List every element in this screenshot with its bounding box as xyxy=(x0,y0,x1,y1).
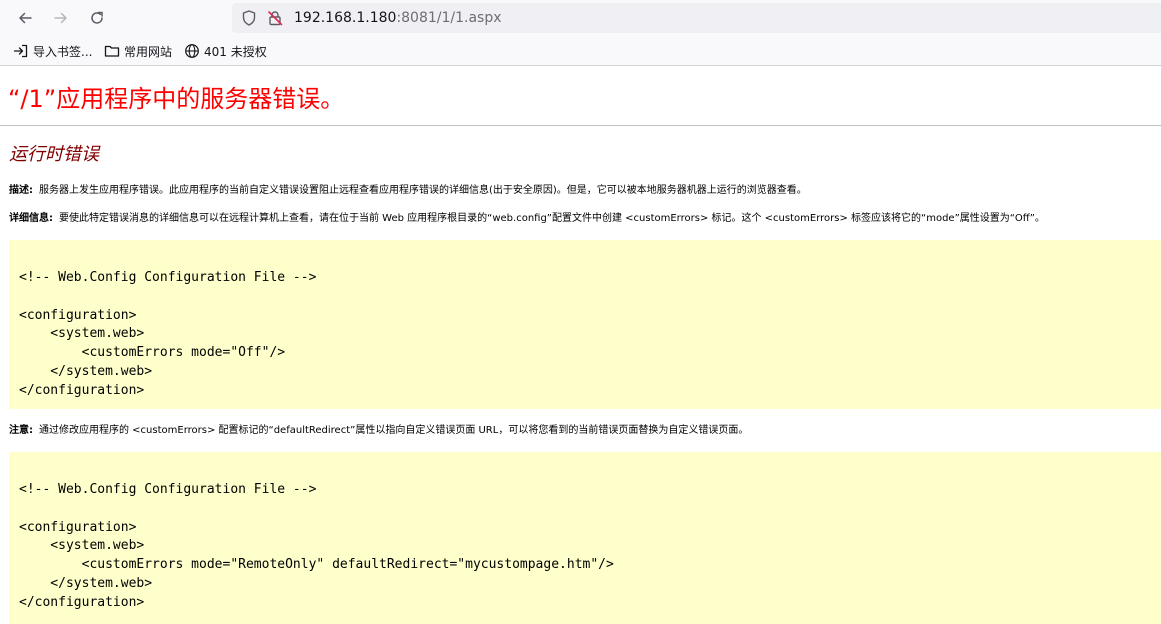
back-button[interactable] xyxy=(13,6,37,30)
title-divider xyxy=(0,125,1161,126)
section-title: 运行时错误 xyxy=(9,144,99,165)
bookmarks-bar: 导入书签... 常用网站 401 未授权 xyxy=(0,36,1161,66)
arrow-left-icon xyxy=(19,12,32,24)
note-label: 注意: xyxy=(9,425,33,436)
bookmark-import[interactable]: 导入书签... xyxy=(13,41,92,61)
note-text: 通过修改应用程序的 <customErrors> 配置标记的“defaultRe… xyxy=(39,425,749,436)
forward-button[interactable] xyxy=(49,6,73,30)
bookmark-import-label: 导入书签... xyxy=(33,44,93,59)
url-path: :8081/1/1.aspx xyxy=(396,10,502,26)
arrow-right-icon xyxy=(54,12,67,24)
shield-icon[interactable] xyxy=(240,9,258,27)
details-label: 详细信息: xyxy=(9,213,53,224)
config-code-block: <!-- Web.Config Configuration File --> <… xyxy=(9,240,1161,409)
url-text[interactable]: 192.168.1.180:8081/1/1.aspx xyxy=(294,9,502,27)
reload-button[interactable] xyxy=(85,6,109,30)
page-title: “/1”应用程序中的服务器错误。 xyxy=(8,85,345,113)
folder-icon xyxy=(104,45,120,57)
description-label: 描述: xyxy=(9,185,33,196)
details-paragraph: 详细信息: 要使此特定错误消息的详细信息可以在远程计算机上查看，请在位于当前 We… xyxy=(9,212,1045,226)
insecure-lock-icon[interactable] xyxy=(266,9,284,27)
config-code-off: <!-- Web.Config Configuration File --> <… xyxy=(19,270,317,398)
bookmark-401[interactable]: 401 未授权 xyxy=(184,41,267,61)
config-code-redirect: <!-- Web.Config Configuration File --> <… xyxy=(19,482,614,610)
description-text: 服务器上发生应用程序错误。此应用程序的当前自定义错误设置阻止远程查看应用程序错误… xyxy=(39,185,807,196)
reload-icon xyxy=(91,11,103,24)
details-text: 要使此特定错误消息的详细信息可以在远程计算机上查看，请在位于当前 Web 应用程… xyxy=(59,213,1045,224)
url-host: 192.168.1.180 xyxy=(294,10,397,26)
globe-icon xyxy=(185,44,199,58)
description-paragraph: 描述: 服务器上发生应用程序错误。此应用程序的当前自定义错误设置阻止远程查看应用程… xyxy=(9,184,807,198)
note-paragraph: 注意: 通过修改应用程序的 <customErrors> 配置标记的“defaul… xyxy=(9,424,748,438)
page-content: “/1”应用程序中的服务器错误。 运行时错误 描述: 服务器上发生应用程序错误。此… xyxy=(0,66,1161,624)
import-icon xyxy=(13,44,28,58)
bookmark-401-label: 401 未授权 xyxy=(204,44,267,59)
config-code-block-redirect: <!-- Web.Config Configuration File --> <… xyxy=(9,452,1161,624)
browser-toolbar: 192.168.1.180:8081/1/1.aspx xyxy=(0,0,1161,36)
url-bar[interactable]: 192.168.1.180:8081/1/1.aspx xyxy=(232,3,1161,33)
bookmark-folder-label: 常用网站 xyxy=(124,44,173,59)
bookmark-folder-common[interactable]: 常用网站 xyxy=(104,41,172,61)
